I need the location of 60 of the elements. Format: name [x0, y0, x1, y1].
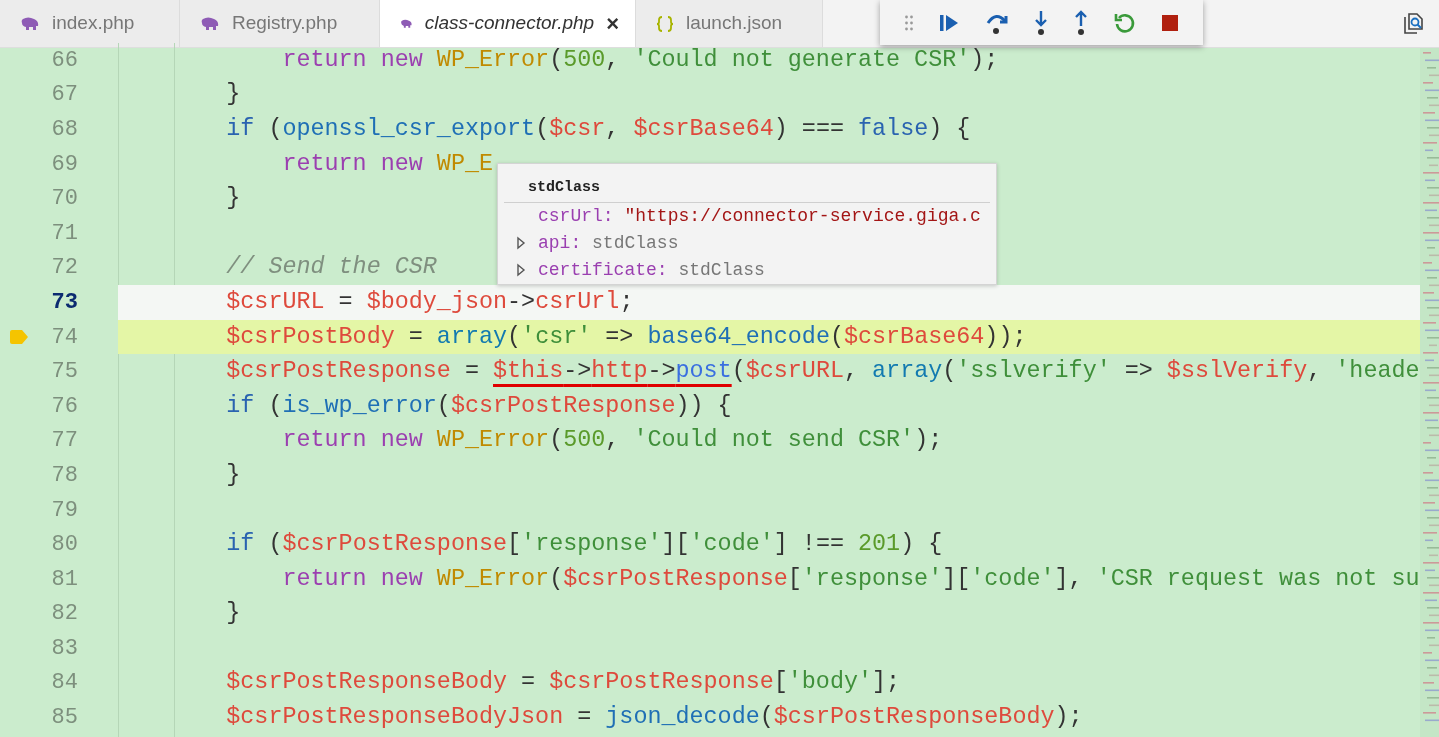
code-line: if ($csrPostResponse['response']['code'] !== 201) { [225, 530, 943, 560]
popup-title: stdClass [528, 179, 600, 196]
line-number: 83 [51, 634, 78, 663]
elephant-icon [200, 16, 220, 31]
code-line: $csrURL = $body_json->csrUrl; [225, 287, 634, 317]
line-number: 81 [51, 565, 78, 594]
line-number: 72 [51, 254, 78, 283]
line-number: 76 [51, 392, 78, 421]
line-number: 74 [51, 323, 78, 352]
tab-label: Registry.php [232, 11, 338, 36]
code-line: $csrPostResponseBody = $csrPostResponse['body']; [225, 668, 901, 698]
drag-handle-icon[interactable] [904, 14, 913, 31]
code-line: return new WP_E [281, 149, 493, 179]
line-number: 66 [51, 46, 78, 75]
code-line: return new WP_Error(500, 'Could not send CSR'); [281, 426, 943, 456]
line-number: 75 [51, 358, 78, 387]
search-files-icon[interactable] [1401, 11, 1425, 36]
line-number: 73 [51, 288, 78, 317]
line-number: 71 [51, 219, 78, 248]
code-line: $csrPostBody = array('csr' => base64_encode($csrBase64)); [225, 322, 1027, 352]
editor-tab[interactable]: Registry.php [180, 0, 380, 47]
step-out-icon[interactable] [1074, 9, 1089, 36]
code-line: if (is_wp_error($csrPostResponse)) { [225, 391, 732, 421]
code-line: if (openssl_csr_export($csr, $csrBase64) === false) { [225, 114, 971, 144]
line-number: 77 [51, 427, 78, 456]
editor-tab[interactable]: class-connector.php × [380, 0, 636, 47]
variable-row[interactable]: api: stdClass [504, 229, 990, 257]
restart-icon[interactable] [1114, 11, 1137, 34]
code-line: } [225, 184, 241, 214]
variable-row[interactable]: csrUrl: "https://connector-service.giga.c [504, 202, 990, 230]
code-line: return new WP_Error(500, 'Could not generate CSR'); [281, 45, 999, 75]
code-line: // Send the CSR [225, 253, 437, 283]
line-number: 69 [51, 150, 78, 179]
braces-icon [656, 15, 674, 32]
elephant-icon [20, 16, 40, 31]
tab-label: launch.json [686, 11, 783, 36]
stop-icon[interactable] [1162, 14, 1178, 31]
line-number: 70 [51, 185, 78, 214]
tab-label: index.php [52, 11, 135, 36]
close-button[interactable]: × [606, 7, 619, 40]
code-line: } [225, 80, 241, 110]
code-line: return new WP_Error($csrPostResponse['response']['code'], 'CSR request was not su [281, 564, 1420, 594]
line-number: 80 [51, 531, 78, 560]
variable-row[interactable]: certificate: stdClass [504, 256, 990, 284]
code-line: $csrPostResponse = $this->http->post($csrURL, array('sslverify' => $sslVerify, 'heade [225, 357, 1420, 387]
code-line: } [225, 460, 241, 490]
line-number: 82 [51, 600, 78, 629]
editor-tab[interactable]: index.php [0, 0, 180, 47]
line-number: 68 [51, 116, 78, 144]
continue-icon[interactable] [938, 13, 959, 32]
code-line: } [225, 599, 241, 629]
line-number: 67 [51, 81, 78, 110]
line-number: 84 [51, 669, 78, 698]
tab-label: class-connector.php [424, 11, 595, 36]
step-into-icon[interactable] [1034, 9, 1049, 36]
line-number: 85 [51, 704, 78, 733]
line-number: 79 [51, 496, 78, 525]
line-number: 78 [51, 461, 78, 490]
editor-tab[interactable]: launch.json [636, 0, 823, 47]
code-line: $csrPostResponseBodyJson = json_decode($csrPostResponseBody); [225, 703, 1083, 733]
